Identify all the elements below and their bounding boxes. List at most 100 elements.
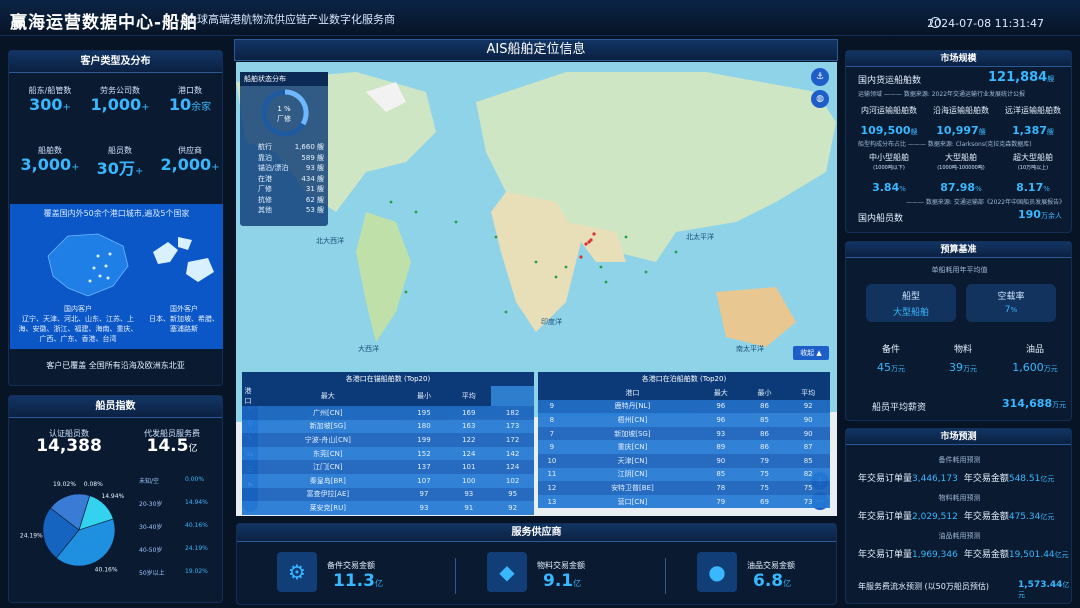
market-forecast-title: 市场预测 <box>846 429 1071 445</box>
budget-label: 物料 <box>953 345 972 355</box>
customer-stat-suffix: + <box>141 102 150 113</box>
table-cell: 秦皇岛[BR] <box>309 476 346 485</box>
table-row[interactable]: 7 新加坡[SG] 93 86 90 <box>538 426 830 441</box>
table-cell: 90 <box>716 456 726 465</box>
globe-button[interactable]: ◍ <box>811 90 829 108</box>
budget-unit: 万元 <box>1043 365 1058 373</box>
collapse-button[interactable]: 收起 ▲ <box>793 346 829 360</box>
table-row[interactable]: 9 重庆[CN] 89 86 87 <box>538 440 830 454</box>
table-row[interactable]: 宁波-舟山[CN] 199 122 172 <box>242 433 534 447</box>
ship-status-key: 其他 <box>258 206 272 214</box>
crew-count-unit: 万余人 <box>1040 212 1062 220</box>
table-row[interactable]: 10 天津[CN] 90 79 85 <box>538 453 830 468</box>
table-rank <box>242 488 254 502</box>
table-cell: 97 <box>419 490 429 499</box>
table-header: 最小 <box>416 392 431 400</box>
ship-status-key: 航行 <box>258 143 272 151</box>
layer-toggle-button[interactable]: ⚓ <box>811 68 829 86</box>
table-header-rank <box>538 386 566 400</box>
table-row[interactable]: 新加坡[SG] 180 163 173 <box>242 419 534 434</box>
domestic-ships-label: 国内货运船舶数 <box>858 76 922 86</box>
table-header: 最大 <box>713 388 728 397</box>
table-header: 港口 <box>244 387 252 405</box>
table-cell: 199 <box>417 435 431 444</box>
table-cell: 169 <box>462 408 476 417</box>
pie-legend-range: 50岁以上 <box>139 570 165 577</box>
service-icon: ◆ <box>487 552 527 592</box>
table-cell: 124 <box>505 463 520 472</box>
table-cell: 10 <box>547 456 557 465</box>
table-cell: 梧州[CN] <box>617 415 648 424</box>
empty-rate-label: 空载率 <box>997 292 1025 302</box>
table-cell: 75 <box>760 483 769 492</box>
amount-value: 19,501.44 <box>1008 550 1055 560</box>
ocean-label-atlantic: 大西洋 <box>358 345 379 353</box>
foreign-list: 日本、新加坡、希腊、塞浦路斯 <box>149 315 219 333</box>
table-cell: 11 <box>547 470 557 479</box>
table-row[interactable]: 8 梧州[CN] 96 85 90 <box>538 413 830 427</box>
service-value: 9.1 <box>543 571 574 591</box>
ship-status-value: 62 艘 <box>305 195 324 204</box>
page-title: 赢海运营数据中心-船舶 <box>10 13 199 33</box>
table-cell: 180 <box>417 422 431 431</box>
table-cell: 天津[CN] <box>617 456 648 465</box>
table-cell: 93 <box>464 490 474 499</box>
ship-status-value: 31 艘 <box>305 185 324 193</box>
pie-legend-pct: 14.94% <box>185 499 208 506</box>
table-row[interactable]: 莱安克[RU] 93 91 92 <box>242 501 534 515</box>
table-header: 港口 <box>625 388 640 397</box>
ship-status-row: 靠泊 589 艘 <box>258 153 324 164</box>
customer-stat-suffix: + <box>71 162 80 173</box>
table-row[interactable]: 东莞[CN] 152 124 142 <box>242 446 534 461</box>
table-cell: 新加坡[SG] <box>614 429 651 438</box>
market-source-2: 船型构成分布占比 ——— 数据来源: Clarksons(克拉克森数据库) <box>858 141 1032 148</box>
table-row[interactable]: 广州[CN] 195 169 182 <box>242 406 534 420</box>
table-row[interactable]: 11 江阴[CN] 85 75 82 <box>538 467 830 482</box>
ais-map[interactable]: 船舶状态分布 1 % 厂修 航行 1,660 艘靠泊 589 艘锚泊/漂泊 93 艘在… <box>236 62 837 516</box>
ship-status-title: 船舶状态分布 <box>240 72 328 86</box>
service-icon: ⚙ <box>277 552 317 592</box>
table-row[interactable]: 9 鹿特丹[NL] 96 86 92 <box>538 399 830 414</box>
table-row[interactable]: 13 营口[CN] 79 69 73 <box>538 494 830 509</box>
pie-legend-range: 30-40岁 <box>139 524 163 531</box>
table-row[interactable]: 江门[CN] 137 101 124 <box>242 460 534 474</box>
crew-count-value: 190 <box>1018 208 1041 221</box>
budget-value: 1,600 <box>1012 361 1044 374</box>
ocean-label-indian: 印度洋 <box>541 318 562 326</box>
age-pie-chart: 0.08% 14.94% 40.16% 24.19% 19.02% <box>20 481 125 573</box>
china-map-icon <box>47 233 129 297</box>
table-cell: 86 <box>760 429 769 438</box>
table-cell: 92 <box>508 503 518 512</box>
table-row[interactable]: 12 安特卫普[BE] 78 75 75 <box>538 481 830 495</box>
service-unit: 亿 <box>374 579 383 588</box>
domestic-ships-value: 121,884 <box>988 70 1048 85</box>
map-title-bar: AIS船舶定位信息 <box>234 39 838 61</box>
amount-label: 年交易金额 <box>963 512 1009 522</box>
amount-unit: 亿元 <box>1040 513 1055 521</box>
pay-value: 14.5 <box>146 436 189 456</box>
table-row[interactable]: 秦皇岛[BR] 107 100 102 <box>242 473 534 488</box>
table-rank <box>242 447 254 461</box>
transport-value: 10,997 <box>936 124 979 137</box>
table-cell: 93 <box>419 503 429 512</box>
ocean-label-north-atlantic: 北大西洋 <box>316 237 344 245</box>
pie-legend-item: 40-50岁 24.19% <box>139 545 219 568</box>
pie-legend-pct: 19.02% <box>185 568 208 575</box>
table-row[interactable]: 富查伊拉[AE] 97 93 95 <box>242 487 534 502</box>
table-cell: 173 <box>505 422 520 431</box>
table-cell: 163 <box>462 422 476 431</box>
forecast-base-title: 预算基准 <box>846 242 1071 258</box>
table-cell: 9 <box>549 443 555 452</box>
page-subtitle: 全球高端港航物流供应链产业数字化服务商 <box>186 13 395 26</box>
orders-label: 年交易订单量 <box>858 550 913 560</box>
orders-label: 年交易订单量 <box>858 474 913 484</box>
service-value: 6.8 <box>753 571 784 591</box>
table-cell: 137 <box>417 463 431 472</box>
ship-type-value: 大型船舶 <box>892 308 929 318</box>
pie-legend-range: 未知/空 <box>139 478 160 485</box>
ship-type-card: 船型 大型船舶 <box>866 284 956 322</box>
table-cell: 75 <box>760 470 769 479</box>
map-caption: 覆盖国内外50余个港口城市,遍及5个国家 <box>43 209 190 218</box>
pie-slice-label: 24.19% <box>20 533 43 540</box>
table-cell: 营口[CN] <box>617 497 648 506</box>
